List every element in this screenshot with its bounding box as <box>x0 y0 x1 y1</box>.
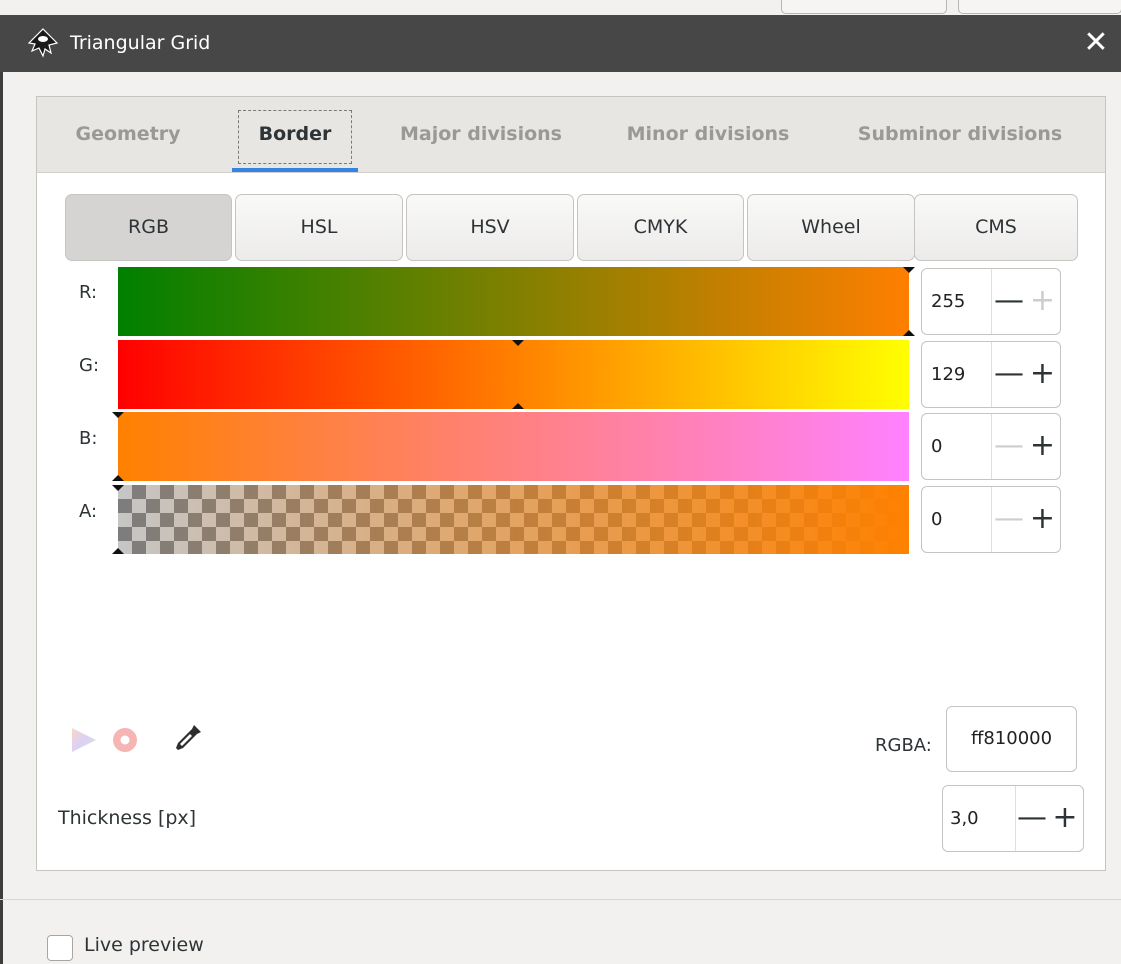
mode-hsl-button[interactable]: HSL <box>235 194 403 261</box>
green-spinbox[interactable]: 129 — + <box>921 341 1061 408</box>
alpha-spinbox[interactable]: 0 — + <box>921 486 1061 553</box>
red-label: R: <box>79 282 98 303</box>
thickness-spinbox[interactable]: 3,0 — + <box>942 785 1084 852</box>
thickness-label: Thickness [px] <box>58 807 197 829</box>
mode-cmyk-button[interactable]: CMYK <box>577 194 744 261</box>
alpha-value[interactable]: 0 <box>931 487 942 552</box>
blue-spinbox[interactable]: 0 — + <box>921 413 1061 480</box>
slider-handle-bottom[interactable] <box>512 403 524 409</box>
mode-label: HSV <box>470 216 510 238</box>
separator <box>0 899 1121 900</box>
blue-increment-button[interactable]: + <box>1025 414 1060 479</box>
mode-label: HSL <box>300 216 338 238</box>
slider-handle-bottom[interactable] <box>112 548 124 554</box>
mode-label: Wheel <box>801 216 861 238</box>
rgba-label: RGBA: <box>875 735 932 756</box>
alpha-increment-button[interactable]: + <box>1025 487 1060 552</box>
title-bar: Triangular Grid ✕ <box>0 15 1121 72</box>
tab-major-divisions[interactable]: Major divisions <box>393 97 569 172</box>
tab-border[interactable]: Border <box>232 97 358 172</box>
slider-handle-bottom[interactable] <box>112 475 124 481</box>
mode-cms-button[interactable]: CMS <box>914 194 1078 261</box>
mode-label: RGB <box>128 216 169 238</box>
color-managed-icon[interactable] <box>69 725 99 755</box>
live-preview-label[interactable]: Live preview <box>84 934 204 956</box>
alpha-label: A: <box>79 501 98 522</box>
slider-handle-top[interactable] <box>112 485 124 491</box>
green-slider[interactable] <box>118 340 909 409</box>
blue-decrement-button[interactable]: — <box>991 414 1026 479</box>
window-title: Triangular Grid <box>70 32 211 54</box>
slider-handle-top[interactable] <box>112 412 124 418</box>
red-increment-button[interactable]: + <box>1025 269 1060 334</box>
green-increment-button[interactable]: + <box>1025 342 1060 407</box>
blue-value[interactable]: 0 <box>931 414 942 479</box>
thickness-value[interactable]: 3,0 <box>950 786 979 851</box>
alpha-decrement-button[interactable]: — <box>991 487 1026 552</box>
green-decrement-button[interactable]: — <box>991 342 1026 407</box>
blue-slider[interactable] <box>112 412 909 481</box>
alpha-slider[interactable] <box>112 485 909 554</box>
slider-handle-top[interactable] <box>903 267 915 273</box>
mode-hsv-button[interactable]: HSV <box>406 194 574 261</box>
green-value[interactable]: 129 <box>931 342 965 407</box>
red-value[interactable]: 255 <box>931 269 965 334</box>
tab-bar: Geometry Border Major divisions Minor di… <box>37 97 1105 173</box>
tab-label: Subminor divisions <box>857 123 1063 145</box>
tab-minor-divisions[interactable]: Minor divisions <box>620 97 796 172</box>
tab-geometry[interactable]: Geometry <box>71 97 185 172</box>
tab-label: Geometry <box>75 123 181 145</box>
slider-handle-top[interactable] <box>512 340 524 346</box>
tab-subminor-divisions[interactable]: Subminor divisions <box>849 97 1071 172</box>
inkscape-icon <box>27 28 59 58</box>
background-button <box>958 0 1121 14</box>
rgba-input[interactable]: ff810000 <box>946 706 1077 772</box>
background-window-strip <box>0 0 1121 15</box>
thickness-decrement-button[interactable]: — <box>1015 786 1048 851</box>
green-label: G: <box>79 355 100 376</box>
out-of-gamut-icon[interactable] <box>110 725 140 755</box>
thickness-increment-button[interactable]: + <box>1047 786 1083 851</box>
tab-label: Minor divisions <box>626 123 790 145</box>
active-tab-indicator <box>232 168 358 172</box>
slider-handle-bottom[interactable] <box>903 330 915 336</box>
live-preview-checkbox[interactable] <box>47 935 73 961</box>
window-edge <box>0 72 3 964</box>
mode-wheel-button[interactable]: Wheel <box>747 194 915 261</box>
close-icon[interactable]: ✕ <box>1081 26 1111 60</box>
red-spinbox[interactable]: 255 — + <box>921 268 1061 335</box>
mode-label: CMYK <box>633 216 688 238</box>
red-slider[interactable] <box>118 267 915 336</box>
red-decrement-button[interactable]: — <box>991 269 1026 334</box>
tab-label: Major divisions <box>399 123 562 145</box>
mode-rgb-button[interactable]: RGB <box>65 194 232 261</box>
eyedropper-icon[interactable] <box>171 721 205 755</box>
blue-label: B: <box>79 428 98 449</box>
tab-label: Border <box>258 123 332 145</box>
notebook: Geometry Border Major divisions Minor di… <box>36 96 1106 871</box>
mode-label: CMS <box>975 216 1017 238</box>
background-button <box>781 0 947 14</box>
